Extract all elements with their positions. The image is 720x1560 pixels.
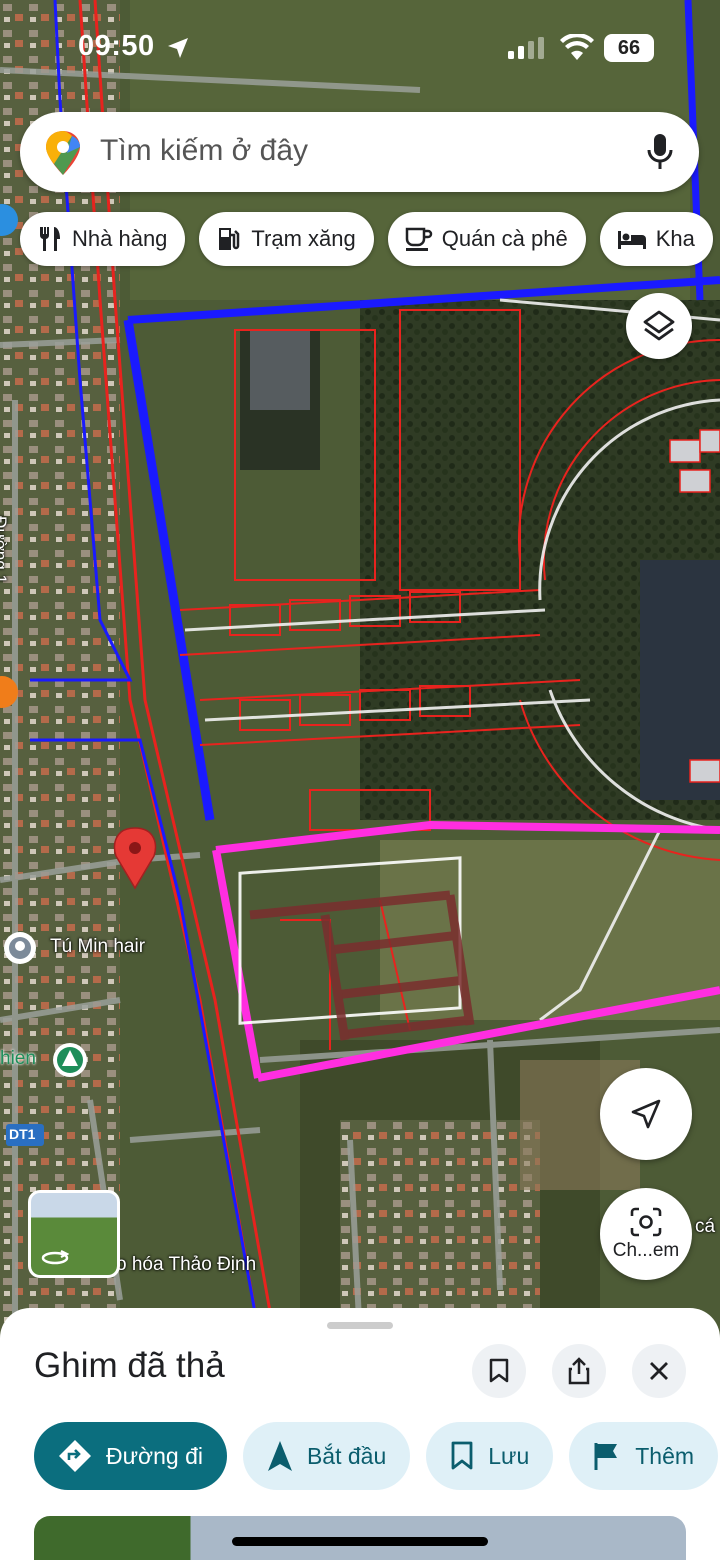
google-maps-logo-icon: [46, 131, 80, 175]
restaurant-icon: [39, 227, 60, 251]
search-input[interactable]: Tìm kiếm ở đây: [100, 134, 308, 168]
more-button[interactable]: Thêm: [569, 1422, 719, 1490]
road-label-duong-1: Đường 1: [0, 516, 10, 584]
status-time: 09:50: [78, 30, 155, 62]
close-button[interactable]: [632, 1344, 686, 1398]
hotel-icon: [617, 231, 646, 249]
close-icon: [650, 1362, 668, 1380]
poi-label-nhien: hien: [0, 1048, 36, 1069]
chip-coffee[interactable]: Quán cà phê: [387, 212, 586, 266]
save-place-button[interactable]: Lưu: [426, 1422, 554, 1490]
action-buttons: Đường đi Bắt đầu Lưu Thêm: [34, 1422, 719, 1490]
save-button[interactable]: [472, 1344, 526, 1398]
poi-label-tu-min-hair[interactable]: Tú Min hair: [50, 936, 145, 958]
coffee-icon: [405, 227, 432, 251]
cellular-signal-icon: [508, 37, 544, 59]
road-badge-dt1: DT1: [9, 1126, 36, 1142]
lens-label: Ch...em: [612, 1240, 680, 1261]
flag-icon: [594, 1443, 618, 1470]
street-view-thumbnail[interactable]: [28, 1190, 120, 1278]
save-place-label: Lưu: [488, 1442, 530, 1469]
chip-gas-stations[interactable]: Trạm xăng: [199, 212, 374, 266]
gas-station-icon: [219, 228, 240, 250]
street-view-rotate-icon: [41, 1250, 69, 1265]
more-label: Thêm: [635, 1442, 695, 1469]
chip-label: Trạm xăng: [251, 226, 356, 251]
chip-hotels[interactable]: Kha: [599, 212, 713, 266]
start-label: Bắt đầu: [306, 1442, 387, 1469]
location-arrow-icon: [168, 38, 188, 58]
chip-restaurants[interactable]: Nhà hàng: [20, 212, 186, 266]
share-icon: [568, 1357, 590, 1385]
edge-label: cá: [695, 1216, 716, 1237]
navigation-arrow-icon: [631, 1099, 661, 1129]
bookmark-icon: [451, 1441, 473, 1470]
microphone-icon[interactable]: [647, 134, 673, 170]
lens-button[interactable]: Ch...em: [600, 1188, 692, 1280]
battery-indicator: 66: [604, 34, 654, 62]
directions-icon: [59, 1440, 91, 1472]
category-chips: Nhà hàng Trạm xăng Quán cà phê Kha: [20, 212, 720, 266]
chip-label: Kha: [655, 226, 695, 251]
poi-label-thao-dinh[interactable]: o hóa Thảo Định: [116, 1254, 256, 1276]
layers-icon: [643, 310, 675, 341]
directions-label: Đường đi: [106, 1442, 203, 1469]
share-button[interactable]: [552, 1344, 606, 1398]
sheet-title: Ghim đã thả: [34, 1346, 225, 1385]
chip-label: Quán cà phê: [441, 226, 568, 251]
camera-lens-icon: [630, 1207, 662, 1237]
wifi-icon: [560, 34, 594, 60]
status-bar: 09:50 66: [0, 0, 720, 100]
chip-label: Nhà hàng: [72, 226, 168, 251]
layers-button[interactable]: [626, 293, 692, 359]
my-location-button[interactable]: [600, 1068, 692, 1160]
home-indicator[interactable]: [232, 1537, 488, 1546]
sheet-drag-handle[interactable]: [327, 1322, 393, 1329]
search-bar[interactable]: Tìm kiếm ở đây: [20, 112, 699, 192]
place-sheet[interactable]: Ghim đã thả Đường đi Bắt đầu Lưu Thêm: [0, 1308, 720, 1560]
start-button[interactable]: Bắt đầu: [242, 1422, 411, 1490]
directions-button[interactable]: Đường đi: [34, 1422, 227, 1490]
bookmark-icon: [489, 1358, 509, 1383]
navigation-arrow-icon: [267, 1441, 292, 1471]
